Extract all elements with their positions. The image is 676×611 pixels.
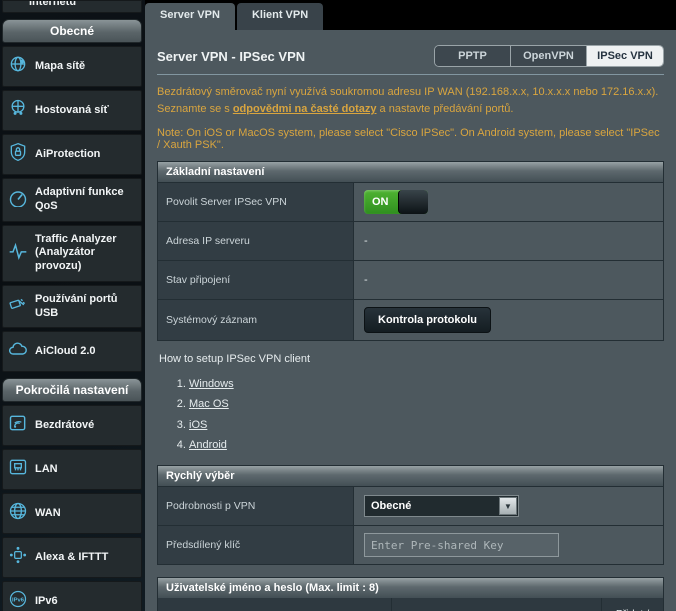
password-column-header: Heslo (391, 598, 601, 611)
ipsec-server-toggle[interactable]: ON (364, 190, 428, 214)
sidebar-item-label: WAN (35, 507, 61, 521)
gauge-icon (8, 187, 28, 212)
toggle-knob (398, 190, 428, 214)
sidebar-item-label: AiCloud 2.0 (35, 345, 96, 359)
quick-select-section: Rychlý výběr Podrobnosti p VPN Obecné ▼ … (157, 465, 664, 565)
dropdown-arrow-icon[interactable]: ▼ (499, 497, 517, 515)
sidebar-item-adaptive-qos[interactable]: Adaptivní funkce QoS (2, 178, 142, 222)
enable-server-label: Povolit Server IPSec VPN (158, 183, 353, 221)
sidebar-item-wireless[interactable]: Bezdrátové (2, 405, 142, 446)
sidebar-item-label: Hostovaná síť (35, 104, 109, 118)
sidebar-item-network-map[interactable]: Mapa sítě (2, 46, 142, 87)
sidebar-item-label: IPv6 (35, 595, 58, 609)
psk-row: Předsdílený klíč (158, 525, 663, 564)
sidebar-item-label: Bezdrátové (35, 419, 94, 433)
howto-link-android[interactable]: Android (189, 439, 227, 451)
title-divider (157, 74, 664, 75)
connection-status-label: Stav připojení (158, 261, 353, 299)
quick-select-header: Rychlý výběr (158, 466, 663, 486)
nodes-icon (8, 545, 28, 570)
sidebar-item-aicloud[interactable]: AiCloud 2.0 (2, 331, 142, 372)
tab-client-vpn[interactable]: Klient VPN (237, 3, 323, 30)
wan-notice: Bezdrátový směrovač nyní využívá soukrom… (157, 84, 664, 118)
sidebar-item-label: LAN (35, 463, 58, 477)
tab-server-vpn[interactable]: Server VPN (145, 3, 235, 30)
sidebar-item-label: Používání portů USB (35, 293, 136, 321)
toggle-on-label: ON (372, 190, 389, 214)
username-column-header: Jméno uživatele (158, 598, 391, 611)
server-ip-value: - (353, 222, 663, 260)
lan-port-icon (8, 457, 28, 482)
openvpn-button[interactable]: OpenVPN (511, 46, 587, 66)
howto-title: How to setup IPSec VPN client (159, 353, 664, 365)
basic-config-section: Základní nastavení Povolit Server IPSec … (157, 161, 664, 341)
faq-link[interactable]: odpovědmi na časté dotazy (233, 103, 377, 115)
sidebar-section-advanced: Pokročilá nastavení (2, 378, 142, 402)
network-map-icon (8, 54, 28, 79)
vpn-details-select[interactable]: Obecné ▼ (364, 495, 519, 517)
sidebar-item-quick-internet-setup[interactable]: Internetu (2, 0, 142, 13)
globe-icon (8, 501, 28, 526)
connection-status-row: Stav připojení - (158, 260, 663, 299)
howto-link-ios[interactable]: iOS (189, 419, 207, 431)
ipv6-icon: IPv6 (8, 589, 28, 611)
howto-link-macos[interactable]: Mac OS (189, 398, 229, 410)
shield-lock-icon (8, 142, 28, 167)
usb-icon (8, 294, 28, 319)
user-table-header: Uživatelské jméno a heslo (Max. limit : … (158, 578, 663, 598)
content-area: Server VPN - IPSec VPN PPTP OpenVPN IPSe… (145, 30, 676, 611)
sidebar-item-label: Adaptivní funkce QoS (35, 186, 125, 214)
basic-config-header: Základní nastavení (158, 162, 663, 182)
system-log-label: Systémový záznam (158, 300, 353, 340)
sidebar-item-wan[interactable]: WAN (2, 493, 142, 534)
psk-label: Předsdílený klíč (158, 526, 353, 564)
pptp-button[interactable]: PPTP (435, 46, 511, 66)
router-admin-screen: Internetu Obecné Mapa sítě Hostovaná síť… (0, 0, 676, 611)
vpn-type-switcher: PPTP OpenVPN IPSec VPN (434, 45, 664, 67)
sidebar-item-label: Mapa sítě (35, 60, 85, 74)
sidebar-section-general: Obecné (2, 19, 142, 43)
server-ip-row: Adresa IP serveru - (158, 221, 663, 260)
psk-input[interactable] (364, 533, 559, 557)
user-table-section: Uživatelské jméno a heslo (Max. limit : … (157, 577, 664, 611)
sidebar-item-label: AiProtection (35, 148, 100, 162)
howto-list: Windows Mac OS iOS Android (189, 374, 664, 455)
server-ip-label: Adresa IP serveru (158, 222, 353, 260)
guest-network-icon (8, 98, 28, 123)
vpn-details-selected-value: Obecné (371, 500, 411, 512)
vpn-details-label: Podrobnosti p VPN (158, 487, 353, 525)
user-table-column-headers: Jméno uživatele Heslo Přidat / Odstranit (158, 598, 663, 611)
system-log-row: Systémový záznam Kontrola protokolu (158, 299, 663, 340)
check-log-button[interactable]: Kontrola protokolu (364, 307, 491, 333)
vpn-details-row: Podrobnosti p VPN Obecné ▼ (158, 486, 663, 525)
sidebar-item-traffic-analyzer[interactable]: Traffic Analyzer (Analyzátor provozu) (2, 225, 142, 282)
sidebar-item-ipv6[interactable]: IPv6 IPv6 (2, 581, 142, 611)
sidebar-item-label: Alexa & IFTTT (35, 551, 108, 565)
howto-link-windows[interactable]: Windows (189, 378, 234, 390)
sidebar-item-label: Internetu (29, 0, 76, 10)
sidebar-item-lan[interactable]: LAN (2, 449, 142, 490)
wifi-icon (8, 413, 28, 438)
main-panel: Server VPN Klient VPN Server VPN - IPSec… (145, 0, 676, 611)
sidebar-item-alexa-ifttt[interactable]: Alexa & IFTTT (2, 537, 142, 578)
waveform-icon (8, 241, 28, 266)
sidebar-item-usb-application[interactable]: Používání portů USB (2, 285, 142, 329)
sidebar: Internetu Obecné Mapa sítě Hostovaná síť… (0, 0, 145, 611)
svg-text:IPv6: IPv6 (12, 598, 25, 604)
title-row: Server VPN - IPSec VPN PPTP OpenVPN IPSe… (157, 45, 664, 67)
sidebar-item-guest-network[interactable]: Hostovaná síť (2, 90, 142, 131)
os-note: Note: On iOS or MacOS system, please sel… (157, 127, 664, 151)
sidebar-item-aiprotection[interactable]: AiProtection (2, 134, 142, 175)
howto-block: How to setup IPSec VPN client Windows Ma… (159, 353, 664, 455)
sidebar-item-label: Traffic Analyzer (Analyzátor provozu) (35, 233, 125, 274)
page-title: Server VPN - IPSec VPN (157, 49, 305, 64)
add-remove-column-header: Přidat / Odstranit (601, 598, 663, 611)
enable-server-row: Povolit Server IPSec VPN ON (158, 182, 663, 221)
tab-bar: Server VPN Klient VPN (145, 0, 676, 30)
cloud-icon (8, 339, 28, 364)
notice-text-post: a nastavte předávání portů. (376, 103, 513, 115)
connection-status-value: - (353, 261, 663, 299)
ipsec-vpn-button[interactable]: IPSec VPN (587, 46, 663, 66)
